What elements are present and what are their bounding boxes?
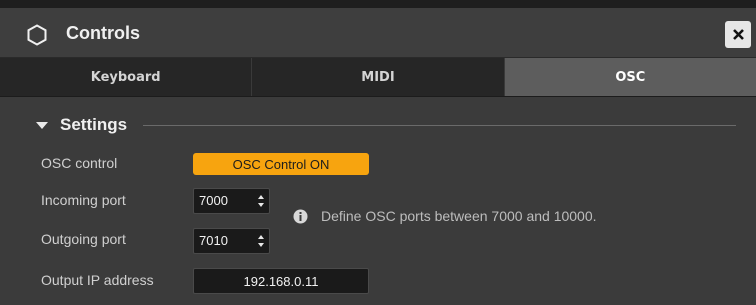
- incoming-port-stepper[interactable]: 7000: [193, 188, 270, 214]
- output-ip-label: Output IP address: [41, 272, 154, 288]
- spin-up-icon[interactable]: [258, 195, 264, 199]
- osc-control-toggle-button[interactable]: OSC Control ON: [193, 153, 369, 175]
- close-icon: [732, 29, 744, 40]
- section-divider: [143, 125, 736, 126]
- tab-keyboard[interactable]: Keyboard: [0, 58, 253, 96]
- window-title: Controls: [66, 23, 140, 43]
- outgoing-port-value[interactable]: 7010: [199, 233, 228, 248]
- tab-osc[interactable]: OSC: [504, 58, 756, 96]
- osc-control-label: OSC control: [41, 155, 118, 171]
- caret-down-icon: [36, 121, 48, 129]
- tab-midi[interactable]: MIDI: [252, 58, 505, 96]
- close-button[interactable]: [725, 21, 751, 48]
- controls-window: Controls Keyboard MIDI OSC Settings OSC …: [0, 0, 756, 305]
- tab-bar: Keyboard MIDI OSC: [0, 58, 756, 97]
- outgoing-port-label: Outgoing port: [41, 231, 126, 247]
- outgoing-port-stepper[interactable]: 7010: [193, 228, 270, 254]
- port-range-hint: Define OSC ports between 7000 and 10000.: [321, 208, 597, 224]
- title-bar: Controls: [0, 8, 756, 58]
- settings-title: Settings: [60, 115, 128, 134]
- info-icon: [293, 209, 308, 224]
- incoming-port-value[interactable]: 7000: [199, 193, 228, 208]
- spin-up-icon[interactable]: [258, 235, 264, 239]
- incoming-port-label: Incoming port: [41, 192, 126, 208]
- hexagon-icon: [27, 24, 47, 46]
- spin-down-icon[interactable]: [258, 243, 264, 247]
- spin-down-icon[interactable]: [258, 203, 264, 207]
- top-edge: [0, 0, 756, 8]
- output-ip-field[interactable]: 192.168.0.11: [193, 268, 369, 294]
- settings-section-toggle[interactable]: Settings: [36, 113, 127, 137]
